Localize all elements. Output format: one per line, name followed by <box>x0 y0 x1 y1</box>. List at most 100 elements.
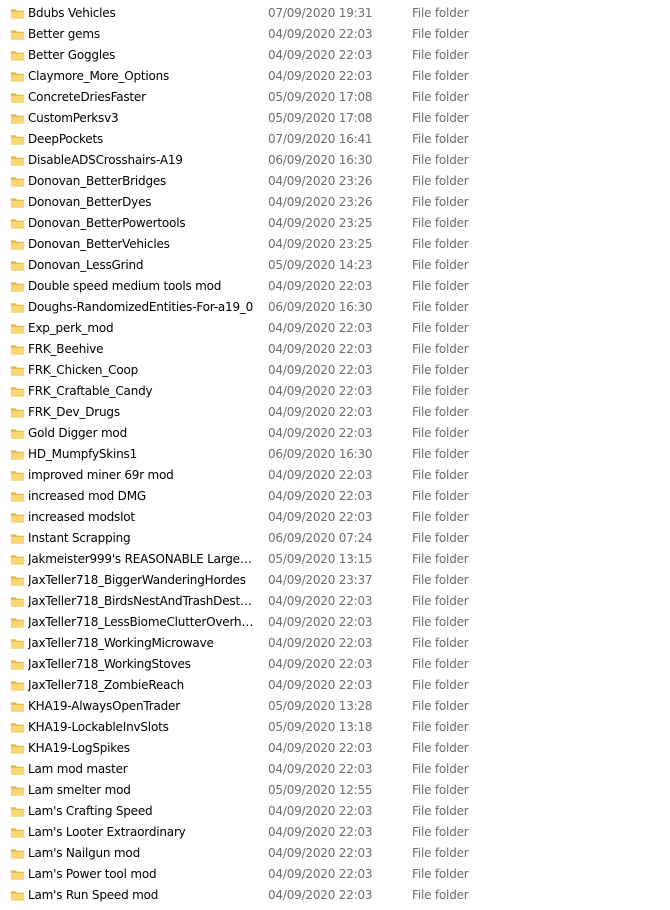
file-name: Bdubs Vehicles <box>28 6 116 20</box>
file-row[interactable]: Jakmeister999's REASONABLE Large Stac...… <box>0 549 670 570</box>
file-date-modified: 04/09/2020 22:03 <box>268 468 373 482</box>
folder-icon <box>10 513 25 523</box>
file-row[interactable]: Donovan_BetterPowertools 04/09/2020 23:2… <box>0 213 670 234</box>
file-row[interactable]: ConcreteDriesFaster 05/09/2020 17:08 Fil… <box>0 87 670 108</box>
file-type: File folder <box>412 867 469 881</box>
file-date-modified: 04/09/2020 23:26 <box>268 174 373 188</box>
file-row[interactable]: FRK_Beehive 04/09/2020 22:03 File folder <box>0 339 670 360</box>
folder-icon <box>10 471 25 481</box>
folder-icon <box>10 9 25 19</box>
file-row[interactable]: increased mod DMG 04/09/2020 22:03 File … <box>0 486 670 507</box>
file-date-modified: 04/09/2020 22:03 <box>268 615 373 629</box>
file-date-modified: 04/09/2020 22:03 <box>268 279 373 293</box>
file-row[interactable]: Better gems 04/09/2020 22:03 File folder <box>0 24 670 45</box>
file-row[interactable]: JaxTeller718_BirdsNestAndTrashDestroyO..… <box>0 591 670 612</box>
file-row[interactable]: Bdubs Vehicles 07/09/2020 19:31 File fol… <box>0 3 670 24</box>
file-row[interactable]: JaxTeller718_WorkingMicrowave 04/09/2020… <box>0 633 670 654</box>
file-date-modified: 04/09/2020 22:03 <box>268 69 373 83</box>
folder-icon <box>10 72 25 82</box>
file-row[interactable]: DisableADSCrosshairs-A19 06/09/2020 16:3… <box>0 150 670 171</box>
file-name: Lam's Run Speed mod <box>28 888 159 902</box>
file-name: Donovan_BetterDyes <box>28 195 152 209</box>
file-row[interactable]: CustomPerksv3 05/09/2020 17:08 File fold… <box>0 108 670 129</box>
file-row[interactable]: Double speed medium tools mod 04/09/2020… <box>0 276 670 297</box>
file-row[interactable]: Doughs-RandomizedEntities-For-a19_0 06/0… <box>0 297 670 318</box>
file-date-modified: 05/09/2020 17:08 <box>268 90 373 104</box>
file-type: File folder <box>412 321 469 335</box>
file-row[interactable]: Lam smelter mod 05/09/2020 12:55 File fo… <box>0 780 670 801</box>
folder-icon <box>10 114 25 124</box>
file-row[interactable]: KHA19-AlwaysOpenTrader 05/09/2020 13:28 … <box>0 696 670 717</box>
folder-icon <box>10 387 25 397</box>
file-name: increased modslot <box>28 510 135 524</box>
file-row[interactable]: FRK_Craftable_Candy 04/09/2020 22:03 Fil… <box>0 381 670 402</box>
folder-icon <box>10 597 25 607</box>
file-name: Claymore_More_Options <box>28 69 170 83</box>
file-row[interactable]: KHA19-LogSpikes 04/09/2020 22:03 File fo… <box>0 738 670 759</box>
file-row[interactable]: JaxTeller718_BiggerWanderingHordes 04/09… <box>0 570 670 591</box>
file-date-modified: 05/09/2020 13:18 <box>268 720 373 734</box>
file-row[interactable]: Instant Scrapping 06/09/2020 07:24 File … <box>0 528 670 549</box>
file-type: File folder <box>412 573 469 587</box>
file-row[interactable]: Lam's Nailgun mod 04/09/2020 22:03 File … <box>0 843 670 864</box>
file-date-modified: 04/09/2020 22:03 <box>268 321 373 335</box>
file-row[interactable]: KHA19-LockableInvSlots 05/09/2020 13:18 … <box>0 717 670 738</box>
file-row[interactable]: improved miner 69r mod 04/09/2020 22:03 … <box>0 465 670 486</box>
file-row[interactable]: increased modslot 04/09/2020 22:03 File … <box>0 507 670 528</box>
file-name: Lam's Nailgun mod <box>28 846 140 860</box>
file-row[interactable]: Donovan_LessGrind 05/09/2020 14:23 File … <box>0 255 670 276</box>
folder-icon <box>10 618 25 628</box>
file-date-modified: 05/09/2020 13:15 <box>268 552 373 566</box>
file-row[interactable]: FRK_Dev_Drugs 04/09/2020 22:03 File fold… <box>0 402 670 423</box>
file-row[interactable]: Lam mod master 04/09/2020 22:03 File fol… <box>0 759 670 780</box>
file-date-modified: 04/09/2020 22:03 <box>268 657 373 671</box>
file-date-modified: 04/09/2020 22:03 <box>268 489 373 503</box>
file-row[interactable]: FRK_Chicken_Coop 04/09/2020 22:03 File f… <box>0 360 670 381</box>
file-row[interactable]: Lam's Run Speed mod 04/09/2020 22:03 Fil… <box>0 885 670 906</box>
file-row[interactable]: JaxTeller718_WorkingStoves 04/09/2020 22… <box>0 654 670 675</box>
file-row[interactable]: JaxTeller718_ZombieReach 04/09/2020 22:0… <box>0 675 670 696</box>
file-name: KHA19-LogSpikes <box>28 741 130 755</box>
file-row[interactable]: Claymore_More_Options 04/09/2020 22:03 F… <box>0 66 670 87</box>
file-row[interactable]: Exp_perk_mod 04/09/2020 22:03 File folde… <box>0 318 670 339</box>
file-date-modified: 04/09/2020 22:03 <box>268 342 373 356</box>
file-name: Lam's Crafting Speed <box>28 804 153 818</box>
file-row[interactable]: Lam's Looter Extraordinary 04/09/2020 22… <box>0 822 670 843</box>
file-type: File folder <box>412 699 469 713</box>
file-name: DisableADSCrosshairs-A19 <box>28 153 183 167</box>
file-row[interactable]: Lam's Power tool mod 04/09/2020 22:03 Fi… <box>0 864 670 885</box>
file-type: File folder <box>412 27 469 41</box>
file-name: Gold Digger mod <box>28 426 127 440</box>
file-row[interactable]: Donovan_BetterDyes 04/09/2020 23:26 File… <box>0 192 670 213</box>
file-name: Donovan_BetterBridges <box>28 174 167 188</box>
file-type: File folder <box>412 90 469 104</box>
file-date-modified: 04/09/2020 22:03 <box>268 846 373 860</box>
folder-icon <box>10 198 25 208</box>
file-row[interactable]: Donovan_BetterVehicles 04/09/2020 23:25 … <box>0 234 670 255</box>
file-type: File folder <box>412 69 469 83</box>
file-row[interactable]: Lam's Crafting Speed 04/09/2020 22:03 Fi… <box>0 801 670 822</box>
folder-icon <box>10 534 25 544</box>
file-row[interactable]: JaxTeller718_LessBiomeClutterOverhaul 04… <box>0 612 670 633</box>
file-date-modified: 06/09/2020 07:24 <box>268 531 373 545</box>
file-row[interactable]: Better Goggles 04/09/2020 22:03 File fol… <box>0 45 670 66</box>
file-list: Bdubs Vehicles 07/09/2020 19:31 File fol… <box>0 3 670 906</box>
folder-icon <box>10 345 25 355</box>
folder-icon <box>10 702 25 712</box>
file-row[interactable]: Donovan_BetterBridges 04/09/2020 23:26 F… <box>0 171 670 192</box>
folder-icon <box>10 891 25 901</box>
file-type: File folder <box>412 300 469 314</box>
file-row[interactable]: HD_MumpfySkins1 06/09/2020 16:30 File fo… <box>0 444 670 465</box>
file-name: Better Goggles <box>28 48 116 62</box>
file-row[interactable]: Gold Digger mod 04/09/2020 22:03 File fo… <box>0 423 670 444</box>
file-date-modified: 04/09/2020 22:03 <box>268 510 373 524</box>
file-name: JaxTeller718_BiggerWanderingHordes <box>28 573 246 587</box>
file-type: File folder <box>412 636 469 650</box>
folder-icon <box>10 786 25 796</box>
file-date-modified: 04/09/2020 22:03 <box>268 27 373 41</box>
file-row[interactable]: DeepPockets 07/09/2020 16:41 File folder <box>0 129 670 150</box>
file-name: HD_MumpfySkins1 <box>28 447 138 461</box>
file-date-modified: 04/09/2020 22:03 <box>268 594 373 608</box>
file-type: File folder <box>412 741 469 755</box>
folder-icon <box>10 408 25 418</box>
